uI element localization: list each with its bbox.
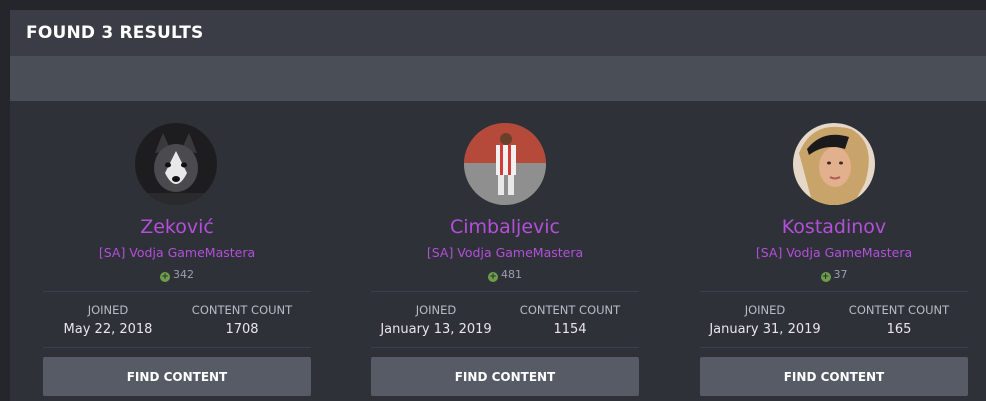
find-content-button[interactable]: FIND CONTENT [43, 357, 311, 396]
football-player-avatar[interactable] [464, 123, 546, 205]
divider [43, 347, 311, 348]
member-role: [SA] Vodja GameMastera [426, 245, 584, 260]
member-role: [SA] Vodja GameMastera [98, 245, 256, 260]
results-panel: FOUND 3 RESULTS Zeković [SA] Vodja GameM… [10, 10, 986, 401]
reputation-badge: +481 [371, 268, 639, 282]
divider [700, 347, 968, 348]
reputation-badge: +37 [700, 268, 968, 282]
divider [371, 347, 639, 348]
content-count-value: 165 [886, 322, 912, 337]
plus-circle-icon: + [488, 272, 498, 282]
content-count-label: CONTENT COUNT [848, 303, 950, 317]
joined-label: JOINED [744, 303, 786, 317]
reputation-badge: +342 [43, 268, 311, 282]
plus-circle-icon: + [160, 272, 170, 282]
find-content-button[interactable]: FIND CONTENT [371, 357, 639, 396]
member-cards: Zeković [SA] Vodja GameMastera +342 JOIN… [10, 101, 986, 401]
content-count-label: CONTENT COUNT [519, 303, 621, 317]
reputation-value: 481 [501, 268, 522, 281]
results-header: FOUND 3 RESULTS [10, 10, 986, 56]
content-count-value: 1154 [553, 322, 587, 337]
divider [43, 291, 311, 292]
divider [700, 291, 968, 292]
joined-date: January 31, 2019 [709, 322, 821, 337]
joined-label: JOINED [415, 303, 457, 317]
plus-circle-icon: + [820, 272, 831, 282]
results-subbar [10, 56, 986, 101]
woman-avatar[interactable] [793, 123, 875, 205]
divider [371, 291, 639, 292]
member-role: [SA] Vodja GameMastera [755, 245, 913, 260]
content-count-label: CONTENT COUNT [191, 303, 293, 317]
results-title: FOUND 3 RESULTS [26, 23, 204, 43]
reputation-value: 37 [833, 268, 848, 281]
find-content-button[interactable]: FIND CONTENT [700, 357, 968, 396]
husky-avatar[interactable] [135, 123, 217, 205]
joined-label: JOINED [87, 303, 129, 317]
joined-date: May 22, 2018 [63, 322, 153, 337]
member-name[interactable]: Zeković [43, 216, 311, 238]
reputation-value: 342 [173, 268, 194, 281]
member-name[interactable]: Kostadinov [700, 216, 968, 238]
joined-date: January 13, 2019 [380, 322, 492, 337]
member-name[interactable]: Cimbaljevic [371, 216, 639, 238]
content-count-value: 1708 [225, 322, 259, 337]
